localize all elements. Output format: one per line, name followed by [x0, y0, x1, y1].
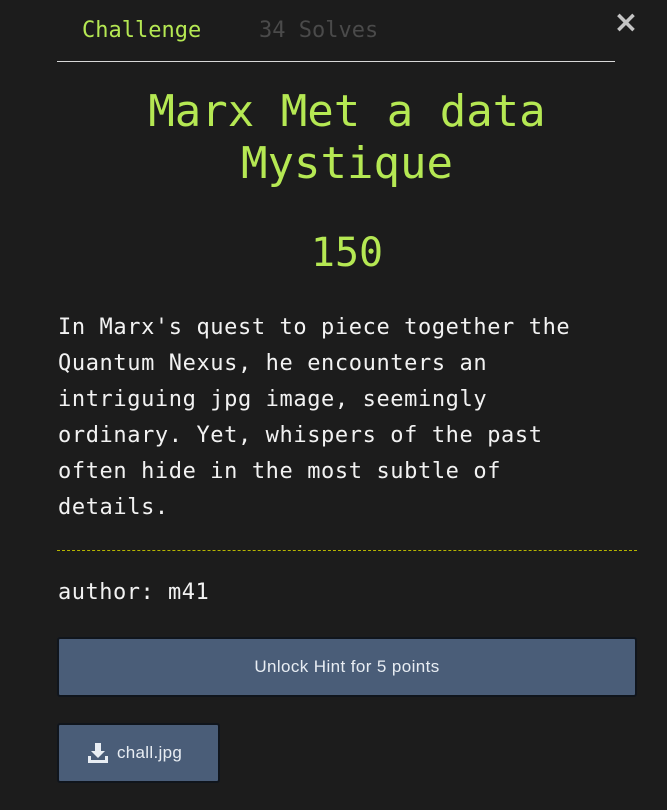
unlock-hint-button[interactable]: Unlock Hint for 5 points [57, 637, 637, 697]
challenge-author: author: m41 [58, 580, 210, 605]
close-icon[interactable]: × [612, 8, 640, 38]
tab-bar: Challenge 34 Solves [57, 0, 615, 62]
file-name: chall.jpg [117, 743, 183, 762]
tab-solves[interactable]: 34 Solves [259, 17, 378, 45]
challenge-title: Marx Met a data Mystique [148, 86, 546, 189]
download-icon [88, 743, 108, 763]
challenge-points: 150 [310, 230, 384, 276]
challenge-modal: Challenge 34 Solves × Marx Met a data My… [0, 0, 667, 810]
download-file-button[interactable]: chall.jpg [57, 723, 220, 783]
tab-challenge[interactable]: Challenge [82, 17, 201, 45]
challenge-description: In Marx's quest to piece together the Qu… [58, 315, 571, 520]
divider [57, 550, 637, 551]
